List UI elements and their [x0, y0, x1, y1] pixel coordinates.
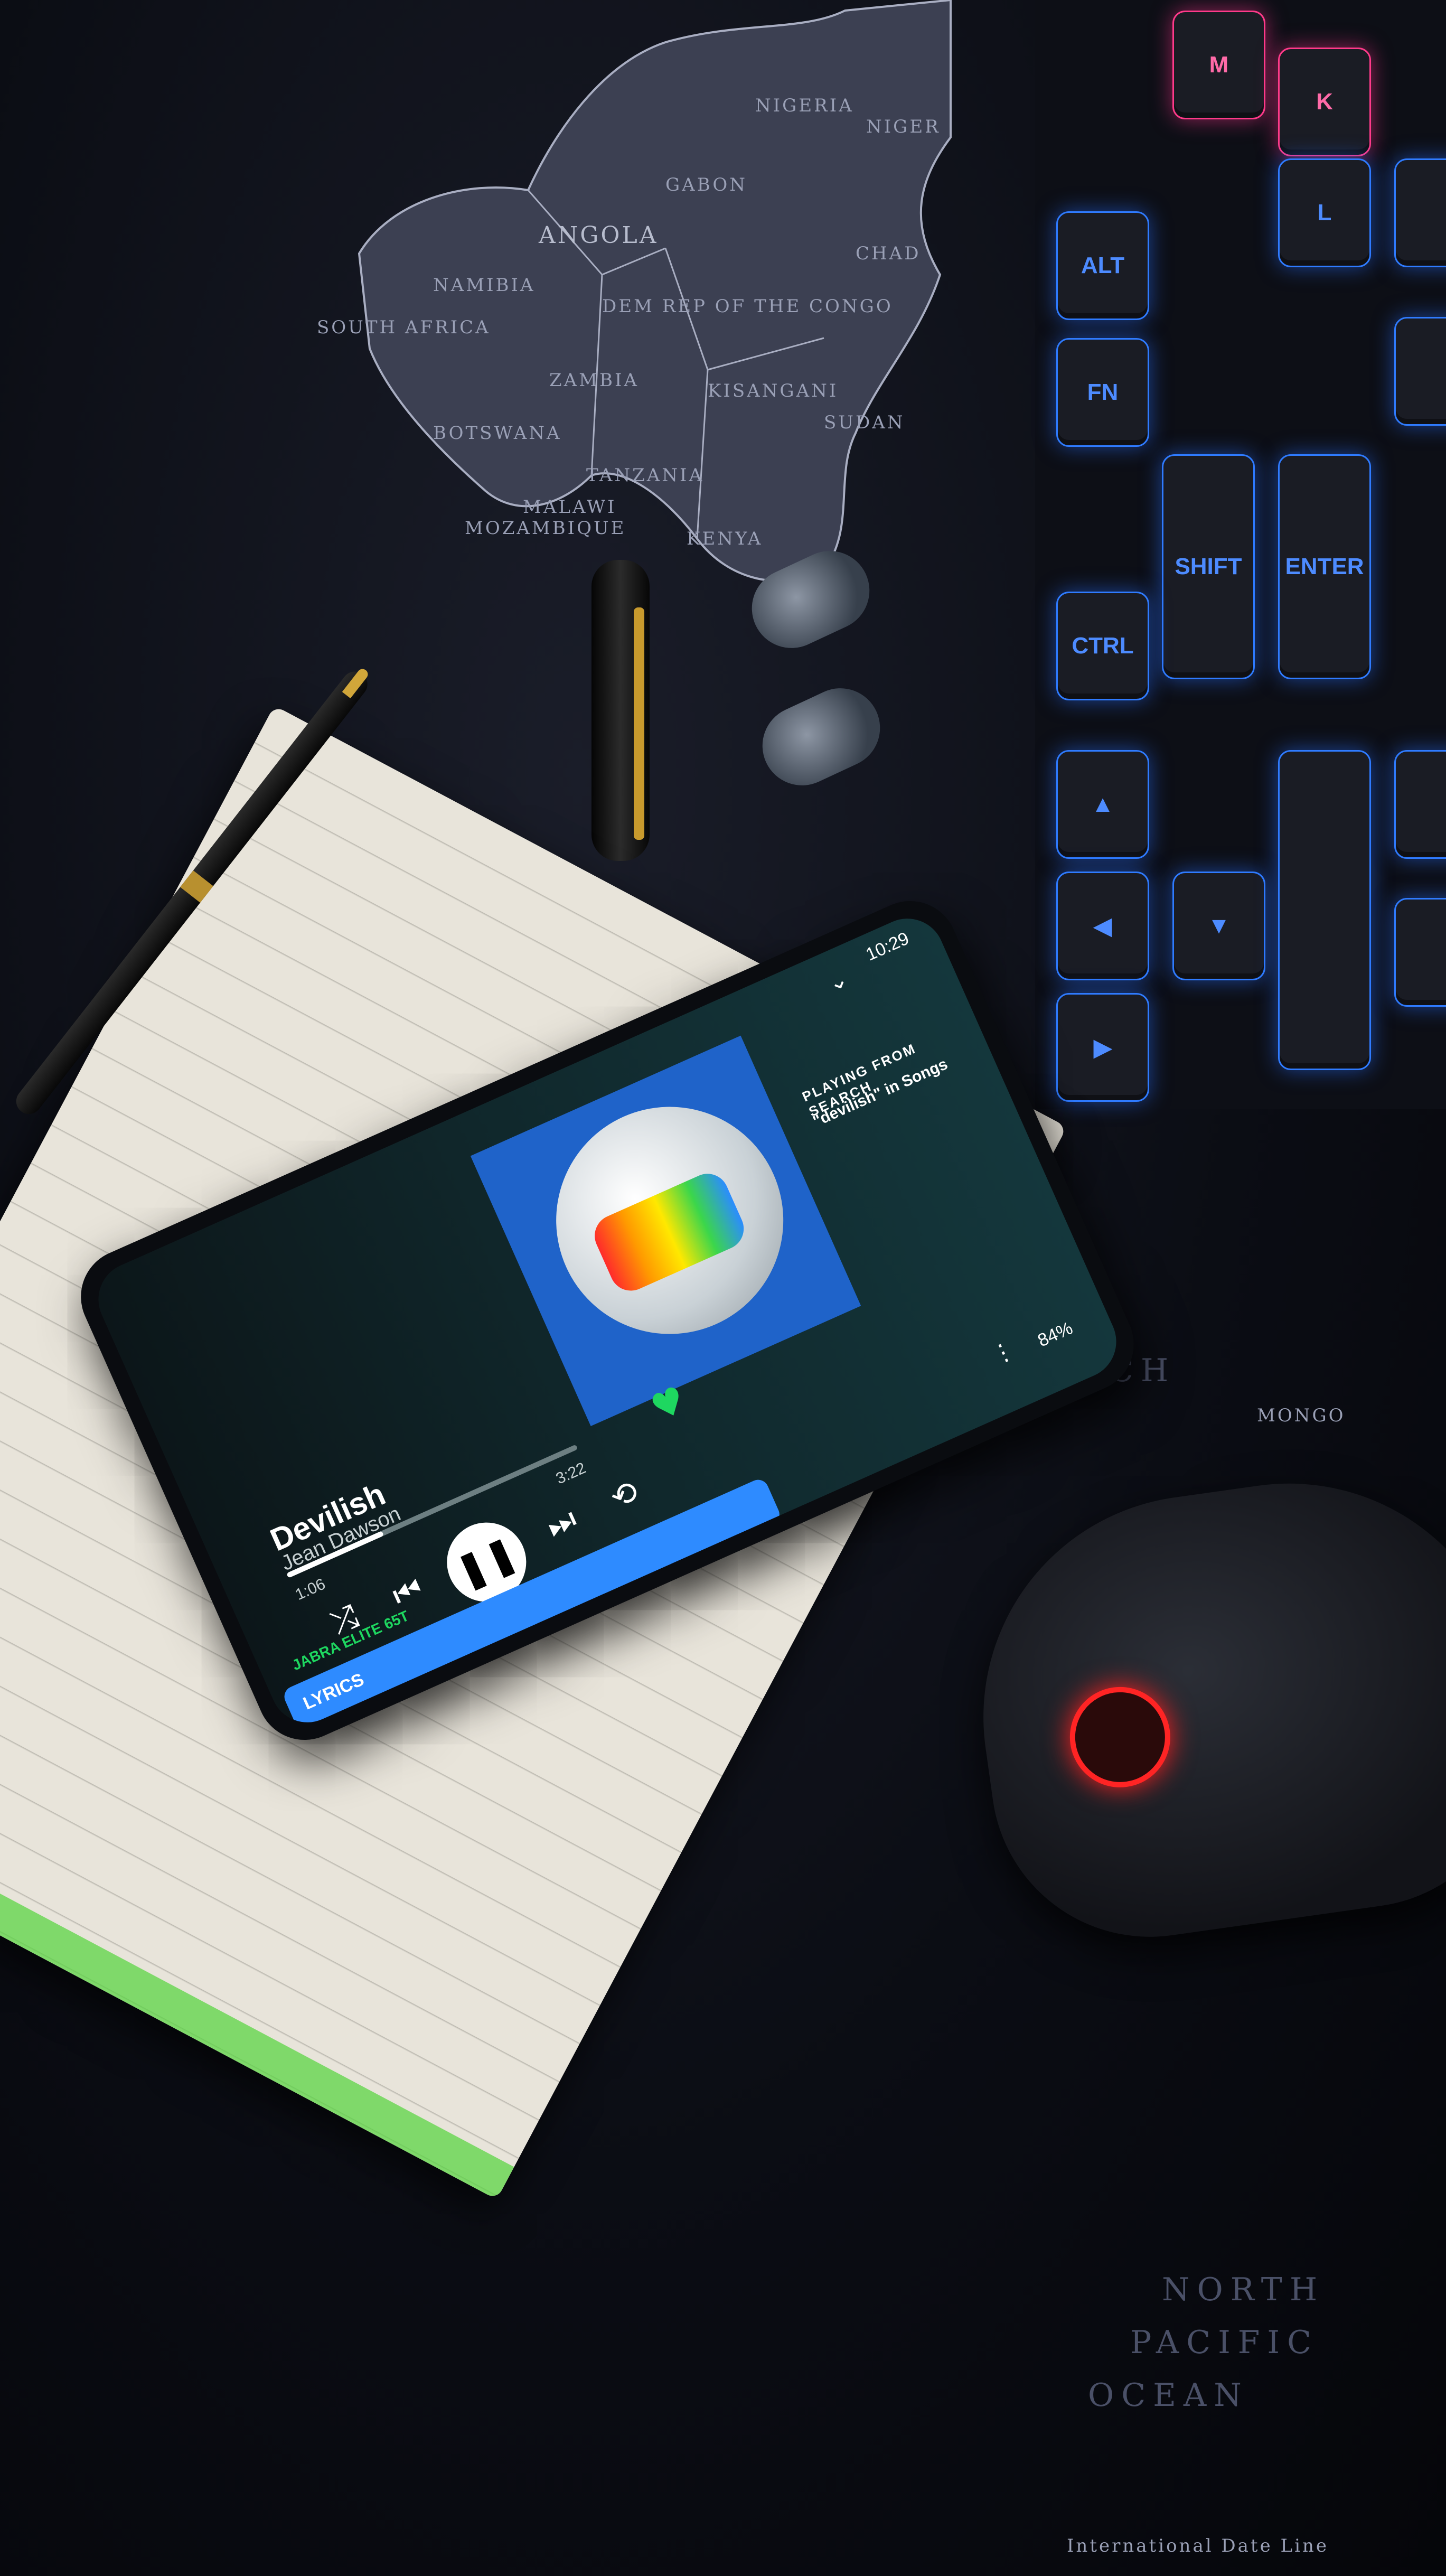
arrow-up-key[interactable]: ▲ [1056, 750, 1149, 859]
map-label: ANGOLA [539, 222, 659, 249]
desk-scene: ANGOLA NAMIBIA SOUTH AFRICA ZAMBIA SUDAN… [0, 0, 1446, 2576]
map-label: BOTSWANA [433, 423, 562, 444]
earbud-right [749, 675, 893, 799]
duration-time: 3:22 [553, 1459, 589, 1488]
map-label: KISANGANI [708, 380, 839, 401]
keyboard-key[interactable]: M [1172, 11, 1265, 119]
playing-from-label: PLAYING FROM SEARCH [800, 1040, 919, 1120]
arrow-down-key[interactable]: ▼ [1172, 872, 1265, 980]
map-label: NIGER [866, 116, 941, 137]
notebook-edge [0, 1745, 514, 2200]
keyboard-key[interactable]: K [1278, 48, 1371, 156]
status-time: 10:29 [862, 928, 913, 965]
map-label: CHAD [856, 243, 921, 264]
map-label: NIGERIA [755, 95, 854, 116]
map-label: International Date Line [1067, 2535, 1329, 2556]
keyboard-key[interactable]: ALT [1056, 211, 1149, 320]
map-label: SOUTH AFRICA [317, 317, 491, 338]
mouse-logo [1063, 1680, 1177, 1794]
lyrics-label: LYRICS [300, 1669, 367, 1714]
map-label: MALAWI [523, 497, 617, 518]
map-label: DEM REP OF THE CONGO [602, 296, 893, 317]
arrow-left-key[interactable]: ◀ [1056, 872, 1149, 980]
chevron-down-icon[interactable]: ⌄ [817, 960, 859, 1001]
keyboard-key[interactable] [1278, 750, 1371, 1070]
keyboard-key[interactable] [1394, 317, 1446, 426]
pen-cap [591, 560, 650, 861]
keyboard-key[interactable]: SHIFT [1162, 454, 1255, 679]
keyboard-key[interactable]: ENTER [1278, 454, 1371, 679]
keyboard: M K L ALT FN SHIFT ENTER CTRL ▲ ◀ ▼ ▶ [1035, 0, 1446, 1109]
map-label: NORTH [1162, 2271, 1325, 2308]
keyboard-key[interactable] [1394, 898, 1446, 1007]
keyboard-key[interactable]: CTRL [1056, 592, 1149, 700]
map-label: TANZANIA [586, 465, 705, 486]
map-label: SUDAN [824, 412, 905, 433]
map-label: NAMIBIA [433, 275, 536, 296]
map-label: ZAMBIA [549, 370, 639, 391]
map-label: MONGO [1257, 1405, 1346, 1426]
pen-nib [342, 667, 370, 699]
map-label: MOZAMBIQUE [465, 518, 626, 539]
keyboard-key[interactable] [1394, 158, 1446, 267]
pen-clip [634, 607, 644, 840]
next-icon[interactable]: ⏭ [530, 1492, 593, 1554]
status-battery: 84% [1035, 1318, 1076, 1351]
more-icon[interactable]: ⋮ [982, 1332, 1024, 1373]
keyboard-key[interactable] [1394, 750, 1446, 859]
arrow-right-key[interactable]: ▶ [1056, 993, 1149, 1102]
elapsed-time: 1:06 [293, 1575, 328, 1604]
map-label: KENYA [687, 528, 763, 549]
map-label: PACIFIC [1130, 2324, 1319, 2361]
keyboard-key[interactable]: L [1278, 158, 1371, 267]
repeat-icon[interactable]: ⟲ [593, 1464, 656, 1526]
map-label: OCEAN [1088, 2377, 1249, 2414]
keyboard-key[interactable]: FN [1056, 338, 1149, 447]
pause-icon: ❚❚ [449, 1530, 524, 1595]
gaming-mouse [954, 1455, 1446, 1957]
map-label: GABON [665, 174, 747, 195]
